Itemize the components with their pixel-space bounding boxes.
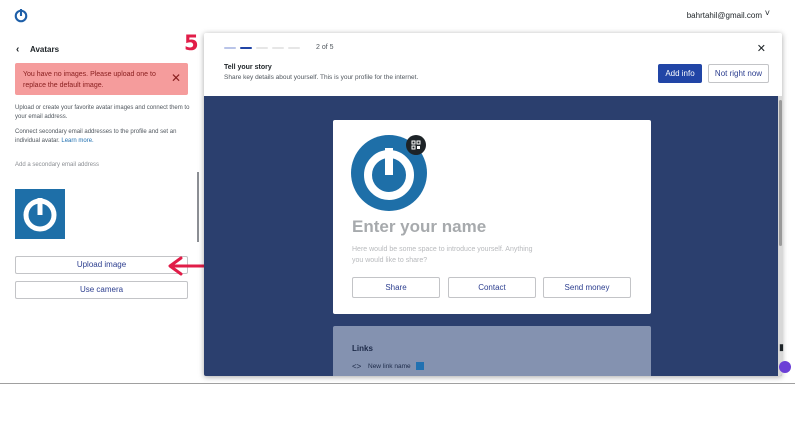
book-icon[interactable]: ▮ <box>779 342 784 353</box>
add-info-button[interactable]: Add info <box>658 64 702 83</box>
progress-step-3 <box>256 47 268 49</box>
modal-scrollbar-thumb[interactable] <box>779 100 782 246</box>
connect-description: Connect secondary email addresses to the… <box>15 128 193 146</box>
modal-subtitle: Share key details about yourself. This i… <box>224 74 419 81</box>
sidebar-title: Avatars <box>30 45 60 54</box>
gravatar-logo-icon[interactable] <box>14 9 28 23</box>
gravatar-default-icon <box>23 198 57 232</box>
upload-description: Upload or create your favorite avatar im… <box>15 105 190 120</box>
link-name[interactable]: New link name <box>368 363 411 370</box>
upload-image-button[interactable]: Upload image <box>15 256 188 274</box>
back-arrow-icon[interactable]: ‹ <box>16 44 19 55</box>
connect-text: Connect secondary email addresses to the… <box>15 129 177 144</box>
modal-title: Tell your story <box>224 64 272 71</box>
progress-step-4 <box>272 47 284 49</box>
top-bar: bahrtahil@gmail.com ˅ <box>0 0 800 32</box>
add-secondary-email-link[interactable]: Add a secondary email address <box>15 162 99 168</box>
about-placeholder[interactable]: Here would be some space to introduce yo… <box>352 244 542 266</box>
not-right-now-button[interactable]: Not right now <box>708 64 769 83</box>
send-money-button[interactable]: Send money <box>543 277 631 298</box>
close-icon[interactable]: ✕ <box>171 71 181 85</box>
learn-more-link[interactable]: Learn more. <box>61 138 93 144</box>
profile-card: Enter your name Here would be some space… <box>333 120 651 314</box>
notice-text: You have no images. Please upload one to… <box>23 71 156 89</box>
chevron-down-icon[interactable]: ˅ <box>765 8 770 18</box>
close-icon[interactable]: ✕ <box>757 42 766 55</box>
progress-step-1 <box>224 47 236 49</box>
name-placeholder[interactable]: Enter your name <box>352 217 486 237</box>
account-email[interactable]: bahrtahil@gmail.com <box>687 11 762 20</box>
step-number-annotation: 5 <box>184 31 199 55</box>
assistant-icon[interactable] <box>779 361 791 373</box>
links-card: Links <> New link name <box>333 326 651 376</box>
step-counter: 2 of 5 <box>316 44 334 51</box>
progress-step-2 <box>240 47 252 49</box>
page-divider <box>0 383 795 384</box>
progress-indicator <box>224 47 306 49</box>
use-camera-button[interactable]: Use camera <box>15 281 188 299</box>
link-icon: <> <box>352 362 362 371</box>
profile-setup-modal: 2 of 5 ✕ Tell your story Share key detai… <box>204 33 782 376</box>
avatar[interactable] <box>15 189 65 239</box>
contact-button[interactable]: Contact <box>448 277 536 298</box>
checkbox-icon[interactable] <box>416 362 424 370</box>
progress-step-5 <box>288 47 300 49</box>
links-title: Links <box>352 344 373 353</box>
profile-preview: Enter your name Here would be some space… <box>204 96 782 376</box>
sidebar-scrollbar[interactable] <box>197 172 199 242</box>
qr-code-icon[interactable] <box>406 135 426 155</box>
sidebar: ‹ Avatars You have no images. Please upl… <box>0 32 200 384</box>
no-images-notice: You have no images. Please upload one to… <box>15 63 188 95</box>
share-button[interactable]: Share <box>352 277 440 298</box>
